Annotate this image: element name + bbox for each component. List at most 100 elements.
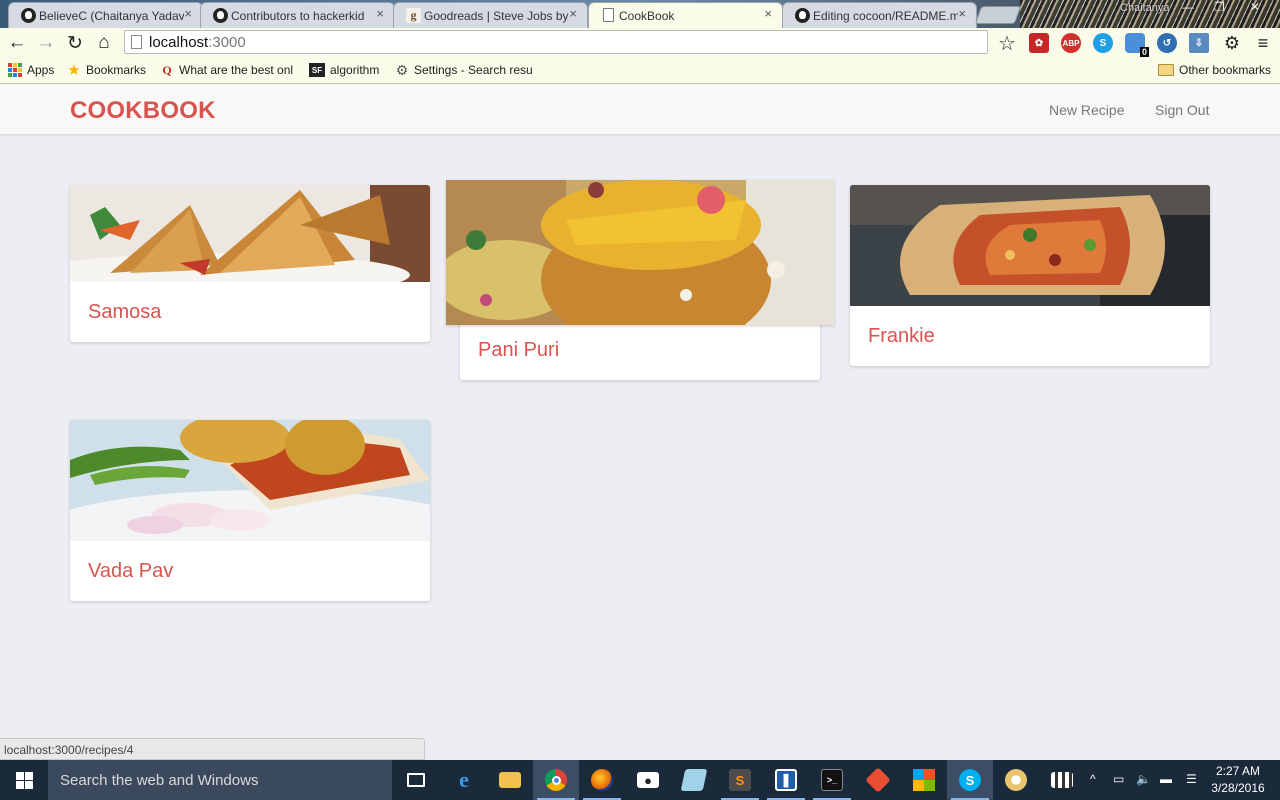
brand-logo[interactable]: COOKBOOK [70,97,216,125]
skype-extension-icon[interactable]: S [1093,33,1113,53]
ghostery-extension-icon[interactable]: 0 [1125,33,1149,57]
task-view-icon [407,773,425,787]
home-icon[interactable]: ⌂ [93,32,115,54]
taskbar-sublime[interactable]: S [717,760,763,800]
taskbar-chrome[interactable] [533,760,579,800]
taskbar-file-explorer[interactable] [487,760,533,800]
browser-tab[interactable]: g Goodreads | Steve Jobs by × [393,2,588,28]
clapper-icon [1051,772,1073,788]
bookmark-star-icon[interactable]: ☆ [996,32,1018,55]
tab-close-icon[interactable]: × [184,6,192,21]
windows-logo-icon [15,771,33,789]
network-icon[interactable]: ▭ [1113,772,1124,786]
maximize-icon[interactable]: ❐ [1214,0,1225,14]
back-arrow-icon[interactable]: ← [6,32,28,54]
taskbar-movie-maker[interactable] [1039,760,1085,800]
adblock-plus-icon[interactable]: ABP [1061,33,1081,53]
star-icon: ★ [67,62,81,79]
settings-gear-icon[interactable]: ⚙ [1221,32,1243,54]
clock-time: 2:27 AM [1215,764,1261,778]
tab-title: CookBook [619,8,675,23]
chrome-menu-icon[interactable]: ≡ [1252,32,1274,54]
taskbar-firefox[interactable] [579,760,625,800]
new-tab-button[interactable] [974,6,1022,24]
profile-name[interactable]: Chaitanya [1120,2,1170,14]
task-view-button[interactable] [393,760,439,800]
recipe-image-samosa[interactable] [70,185,430,282]
taskbar-camera[interactable]: ● [625,760,671,800]
history-extension-icon[interactable]: ↺ [1157,33,1177,53]
firefox-icon [591,769,613,791]
recipe-title[interactable]: Samosa [88,301,161,324]
taskbar-paint[interactable] [993,760,1039,800]
gear-icon: ⚙ [395,61,409,78]
github-icon [795,8,810,23]
bookmark-algorithm[interactable]: SF algorithm [309,63,379,77]
minimize-icon[interactable]: — [1182,0,1194,14]
git-icon [865,767,891,793]
github-icon [213,8,228,23]
edge-icon: e [459,767,469,792]
download-extension-icon[interactable]: ⇩ [1189,33,1209,53]
taskbar-git[interactable] [855,760,901,800]
reload-icon[interactable]: ↻ [64,32,86,54]
taskbar-clock[interactable]: 2:27 AM 3/28/2016 [1208,763,1268,797]
quora-icon: Q [162,62,172,77]
taskbar-search-box[interactable]: Search the web and Windows [48,760,392,800]
bookmarks-bar: Apps ★ Bookmarks Q What are the best onl… [0,57,1280,84]
address-bar[interactable]: localhost:3000 [124,30,988,54]
browser-tab-active[interactable]: CookBook × [588,2,783,28]
tray-chevron-icon[interactable]: ^ [1090,772,1096,786]
folder-icon [1158,64,1174,76]
taskbar-edge[interactable]: e [441,760,487,800]
taskbar-notes[interactable] [671,760,717,800]
tab-close-icon[interactable]: × [764,6,772,21]
recipe-title[interactable]: Vada Pav [88,560,173,583]
other-bookmarks[interactable]: Other bookmarks [1158,63,1271,77]
browser-tab[interactable]: Contributors to hackerkid × [200,2,395,28]
tab-close-icon[interactable]: × [376,6,384,21]
other-bookmarks-label: Other bookmarks [1179,63,1272,77]
tab-close-icon[interactable]: × [569,6,577,21]
recipe-image-vada-pav[interactable] [70,420,430,541]
tab-close-icon[interactable]: × [958,6,966,21]
web-page: COOKBOOK New Recipe Sign Out Samosa Pani [0,85,1280,760]
new-recipe-link[interactable]: New Recipe [1049,102,1124,118]
bookmark-bookmarks[interactable]: ★ Bookmarks [67,62,146,79]
taskbar-store[interactable] [901,760,947,800]
taskbar-terminal[interactable]: >_ [809,760,855,800]
bookmark-settings[interactable]: ⚙ Settings - Search resu [395,61,533,78]
paint-palette-icon [1005,769,1027,791]
tab-title: BelieveC (Chaitanya Yadav) [39,8,184,23]
extension-badge: 0 [1139,47,1149,57]
recipe-title[interactable]: Pani Puri [478,339,559,362]
chrome-center-dot [551,775,561,785]
start-button[interactable] [0,760,48,800]
browser-tab[interactable]: BelieveC (Chaitanya Yadav) × [8,2,203,28]
volume-icon[interactable]: 🔈 [1136,772,1151,786]
taskbar-app[interactable]: ❚ [763,760,809,800]
forward-arrow-icon[interactable]: → [35,32,57,54]
action-center-icon[interactable]: ☰ [1186,772,1197,786]
app-window-icon: ❚ [775,769,797,791]
close-window-icon[interactable]: ✕ [1250,0,1260,14]
recipe-title[interactable]: Frankie [868,325,935,348]
taskbar-skype[interactable]: S [947,760,993,800]
windows-taskbar: Search the web and Windows e ● S ❚ >_ S [0,760,1280,800]
bookmark-quora[interactable]: Q What are the best onl [160,62,293,78]
bookmark-apps[interactable]: Apps [8,63,54,77]
sign-out-link[interactable]: Sign Out [1155,102,1209,118]
recipe-image-pani-puri[interactable] [446,180,834,325]
lastpass-extension-icon[interactable]: ✿ [1029,33,1049,53]
bookmark-label: Settings - Search resu [414,63,533,77]
recipe-image-frankie[interactable] [850,185,1210,306]
folder-icon [499,772,521,788]
recipe-card[interactable]: Frankie [850,185,1210,366]
recipe-card[interactable]: Samosa [70,185,430,342]
recipe-card[interactable]: Vada Pav [70,420,430,601]
apps-grid-icon [8,63,22,77]
battery-icon[interactable]: ▬ [1160,772,1172,786]
windows-store-icon [913,769,935,791]
link-status-bar: localhost:3000/recipes/4 [0,738,425,760]
browser-tab[interactable]: Editing cocoon/README.md × [782,2,977,28]
